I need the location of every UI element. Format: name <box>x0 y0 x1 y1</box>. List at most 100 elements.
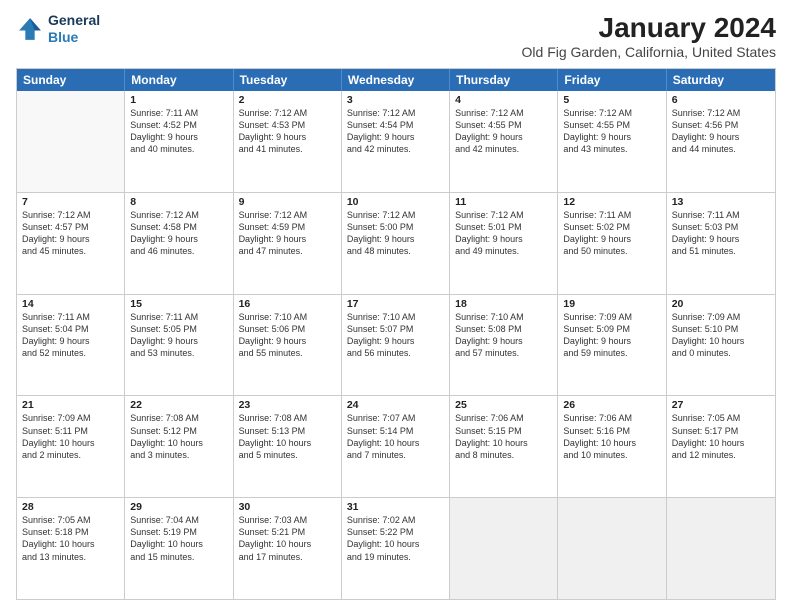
cell-info-line: Daylight: 9 hours <box>130 233 227 245</box>
cell-info-line: Sunset: 5:07 PM <box>347 323 444 335</box>
cell-info-line: and 12 minutes. <box>672 449 770 461</box>
cell-info-line: Sunrise: 7:09 AM <box>563 311 660 323</box>
cell-info-line: Daylight: 9 hours <box>455 131 552 143</box>
cell-info-line: Sunset: 5:15 PM <box>455 425 552 437</box>
day-number: 9 <box>239 196 336 208</box>
cell-info-line: Sunrise: 7:11 AM <box>22 311 119 323</box>
cell-info-line: Sunset: 5:01 PM <box>455 221 552 233</box>
cell-info-line: Daylight: 10 hours <box>347 538 444 550</box>
day-number: 8 <box>130 196 227 208</box>
calendar-cell: 30Sunrise: 7:03 AMSunset: 5:21 PMDayligh… <box>234 498 342 599</box>
cell-info-line: Daylight: 9 hours <box>130 335 227 347</box>
cell-info-line: and 53 minutes. <box>130 347 227 359</box>
cell-info-line: Daylight: 9 hours <box>347 131 444 143</box>
cell-info-line: Daylight: 9 hours <box>347 233 444 245</box>
cell-info-line: Sunset: 5:06 PM <box>239 323 336 335</box>
cell-info-line: Sunrise: 7:09 AM <box>22 412 119 424</box>
cell-info-line: Sunrise: 7:12 AM <box>455 107 552 119</box>
day-number: 5 <box>563 94 660 106</box>
weekday-header: Sunday <box>17 69 125 91</box>
header: General Blue January 2024 Old Fig Garden… <box>16 12 776 60</box>
cell-info-line: Sunrise: 7:12 AM <box>347 107 444 119</box>
calendar-cell: 25Sunrise: 7:06 AMSunset: 5:15 PMDayligh… <box>450 396 558 497</box>
cell-info-line: and 2 minutes. <box>22 449 119 461</box>
cell-info-line: Sunset: 4:58 PM <box>130 221 227 233</box>
month-year: January 2024 <box>522 12 776 44</box>
cell-info-line: and 40 minutes. <box>130 143 227 155</box>
cell-info-line: Sunrise: 7:11 AM <box>672 209 770 221</box>
cell-info-line: and 15 minutes. <box>130 551 227 563</box>
cell-info-line: Sunset: 5:13 PM <box>239 425 336 437</box>
cell-info-line: and 44 minutes. <box>672 143 770 155</box>
day-number: 4 <box>455 94 552 106</box>
day-number: 27 <box>672 399 770 411</box>
cell-info-line: Daylight: 9 hours <box>22 335 119 347</box>
cell-info-line: Sunset: 5:19 PM <box>130 526 227 538</box>
calendar: SundayMondayTuesdayWednesdayThursdayFrid… <box>16 68 776 600</box>
cell-info-line: and 42 minutes. <box>455 143 552 155</box>
cell-info-line: Daylight: 9 hours <box>672 131 770 143</box>
cell-info-line: Daylight: 10 hours <box>563 437 660 449</box>
cell-info-line: Sunrise: 7:11 AM <box>130 107 227 119</box>
calendar-cell: 23Sunrise: 7:08 AMSunset: 5:13 PMDayligh… <box>234 396 342 497</box>
cell-info-line: and 46 minutes. <box>130 245 227 257</box>
day-number: 21 <box>22 399 119 411</box>
cell-info-line: Sunset: 5:12 PM <box>130 425 227 437</box>
cell-info-line: Daylight: 9 hours <box>455 335 552 347</box>
calendar-cell <box>450 498 558 599</box>
cell-info-line: and 50 minutes. <box>563 245 660 257</box>
weekday-header: Thursday <box>450 69 558 91</box>
cell-info-line: Sunrise: 7:03 AM <box>239 514 336 526</box>
logo-icon <box>16 15 44 43</box>
calendar-cell: 1Sunrise: 7:11 AMSunset: 4:52 PMDaylight… <box>125 91 233 192</box>
day-number: 6 <box>672 94 770 106</box>
cell-info-line: Sunrise: 7:06 AM <box>455 412 552 424</box>
cell-info-line: and 7 minutes. <box>347 449 444 461</box>
cell-info-line: Sunset: 5:22 PM <box>347 526 444 538</box>
location: Old Fig Garden, California, United State… <box>522 44 776 60</box>
cell-info-line: and 49 minutes. <box>455 245 552 257</box>
day-number: 15 <box>130 298 227 310</box>
cell-info-line: and 19 minutes. <box>347 551 444 563</box>
cell-info-line: Daylight: 10 hours <box>672 437 770 449</box>
day-number: 23 <box>239 399 336 411</box>
day-number: 14 <box>22 298 119 310</box>
cell-info-line: Sunset: 5:09 PM <box>563 323 660 335</box>
calendar-cell: 21Sunrise: 7:09 AMSunset: 5:11 PMDayligh… <box>17 396 125 497</box>
cell-info-line: and 3 minutes. <box>130 449 227 461</box>
cell-info-line: Sunset: 5:04 PM <box>22 323 119 335</box>
calendar-cell: 31Sunrise: 7:02 AMSunset: 5:22 PMDayligh… <box>342 498 450 599</box>
calendar-row: 28Sunrise: 7:05 AMSunset: 5:18 PMDayligh… <box>17 497 775 599</box>
cell-info-line: Daylight: 10 hours <box>22 437 119 449</box>
calendar-cell: 15Sunrise: 7:11 AMSunset: 5:05 PMDayligh… <box>125 295 233 396</box>
cell-info-line: Daylight: 9 hours <box>239 233 336 245</box>
cell-info-line: Sunrise: 7:12 AM <box>455 209 552 221</box>
cell-info-line: Sunrise: 7:02 AM <box>347 514 444 526</box>
day-number: 13 <box>672 196 770 208</box>
day-number: 17 <box>347 298 444 310</box>
cell-info-line: and 17 minutes. <box>239 551 336 563</box>
calendar-cell: 10Sunrise: 7:12 AMSunset: 5:00 PMDayligh… <box>342 193 450 294</box>
cell-info-line: and 57 minutes. <box>455 347 552 359</box>
calendar-cell: 13Sunrise: 7:11 AMSunset: 5:03 PMDayligh… <box>667 193 775 294</box>
weekday-header: Monday <box>125 69 233 91</box>
cell-info-line: and 5 minutes. <box>239 449 336 461</box>
day-number: 7 <box>22 196 119 208</box>
title-block: January 2024 Old Fig Garden, California,… <box>522 12 776 60</box>
cell-info-line: Sunrise: 7:09 AM <box>672 311 770 323</box>
calendar-cell <box>667 498 775 599</box>
cell-info-line: Sunrise: 7:12 AM <box>239 107 336 119</box>
cell-info-line: Daylight: 9 hours <box>563 233 660 245</box>
cell-info-line: Sunrise: 7:10 AM <box>347 311 444 323</box>
cell-info-line: Daylight: 9 hours <box>563 335 660 347</box>
calendar-cell: 8Sunrise: 7:12 AMSunset: 4:58 PMDaylight… <box>125 193 233 294</box>
cell-info-line: Daylight: 10 hours <box>672 335 770 347</box>
cell-info-line: Sunset: 5:14 PM <box>347 425 444 437</box>
cell-info-line: Sunrise: 7:11 AM <box>563 209 660 221</box>
cell-info-line: Daylight: 9 hours <box>22 233 119 245</box>
cell-info-line: Sunrise: 7:08 AM <box>239 412 336 424</box>
cell-info-line: and 45 minutes. <box>22 245 119 257</box>
calendar-cell: 7Sunrise: 7:12 AMSunset: 4:57 PMDaylight… <box>17 193 125 294</box>
cell-info-line: Sunset: 4:55 PM <box>455 119 552 131</box>
cell-info-line: and 51 minutes. <box>672 245 770 257</box>
